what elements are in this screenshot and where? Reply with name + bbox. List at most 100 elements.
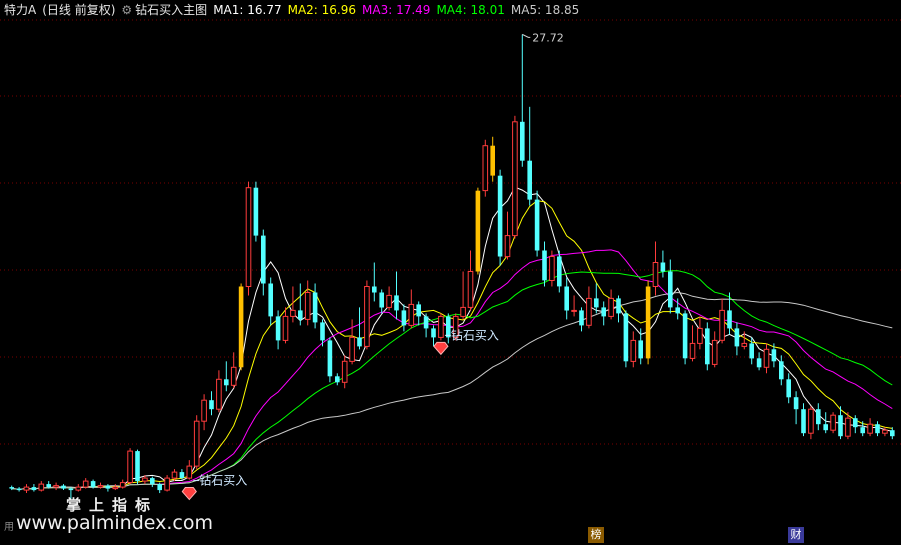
candle-body — [616, 298, 621, 314]
candle-body — [112, 486, 119, 490]
candle-body — [534, 199, 540, 251]
chart-header: 特力A (日线 前复权) ⚙ 钻石买入主图 MA1: 16.77 MA2: 16… — [4, 2, 585, 18]
candle-body — [467, 271, 474, 308]
diamond-icon — [181, 487, 197, 501]
candle-body — [668, 271, 673, 308]
candle-body — [82, 480, 89, 488]
candle-body — [157, 484, 162, 491]
candle-body — [230, 366, 237, 386]
candle-body — [779, 361, 784, 380]
candle-body — [845, 417, 851, 437]
candle-body — [209, 400, 214, 410]
ma2-value: MA2: 16.96 — [287, 3, 357, 17]
candle-body — [127, 450, 133, 484]
candlestick-chart[interactable]: 27.72钻石买入钻石买入 — [0, 0, 901, 545]
candle-body — [579, 310, 584, 326]
candle-body — [697, 327, 703, 344]
candle-body — [105, 485, 111, 489]
high-marker-line — [522, 33, 531, 38]
candle-body — [816, 409, 821, 425]
candle-body — [253, 187, 259, 236]
candle-body — [341, 360, 348, 383]
candle-body — [630, 339, 637, 362]
candle-body — [268, 283, 273, 317]
candle-body — [490, 145, 495, 176]
stock-name[interactable]: 特力A — [4, 2, 36, 18]
candle-body — [719, 309, 725, 341]
candle-body — [638, 340, 643, 359]
ma-line-4 — [11, 270, 893, 490]
candle-body — [705, 328, 710, 365]
candle-body — [756, 358, 762, 368]
candle-body — [504, 235, 511, 258]
candle-body — [261, 235, 266, 284]
candle-body — [186, 465, 193, 479]
ma-line-2 — [11, 200, 893, 490]
candle-body — [372, 286, 377, 293]
candle-body — [475, 190, 481, 272]
candle-body — [741, 342, 748, 347]
signal-label: 钻石买入 — [451, 327, 499, 342]
candle-body — [890, 430, 895, 437]
candle-body — [497, 175, 503, 257]
candle-body — [482, 145, 489, 192]
candle-body — [711, 339, 718, 365]
candle-body — [431, 328, 436, 338]
stock-chart-window: 27.72 钻石买入 钻石买入 特力A (日线 前复权) ⚙ 钻石买入主图 MA1:… — [0, 0, 901, 545]
candle-body — [801, 409, 806, 434]
diamond-icon — [433, 341, 449, 356]
candle-body — [290, 309, 296, 317]
candle-body — [549, 256, 555, 281]
candle-body — [38, 483, 45, 491]
candle-body — [823, 424, 828, 431]
watermark-url: 用 www.palmindex.com — [4, 512, 213, 534]
candle-body — [275, 316, 281, 341]
period-label[interactable]: (日线 前复权) — [42, 2, 115, 18]
candle-body — [689, 342, 696, 359]
candle-body — [238, 286, 244, 368]
candle-body — [150, 478, 155, 485]
candle-body — [460, 306, 466, 317]
candle-body — [171, 471, 178, 479]
candle-body — [586, 297, 592, 326]
finance-badge[interactable]: 财 — [788, 527, 804, 543]
candle-body — [608, 297, 614, 317]
candle-body — [416, 304, 421, 317]
candle-body — [142, 477, 148, 482]
candle-body — [298, 310, 303, 320]
candle-body — [542, 250, 547, 281]
candle-body — [68, 488, 74, 491]
candle-body — [830, 414, 836, 431]
candle-body — [645, 286, 651, 359]
candle-body — [808, 408, 814, 434]
candle-body — [571, 309, 577, 312]
candle-body — [682, 313, 688, 359]
candle-body — [875, 424, 880, 434]
candle-body — [408, 303, 415, 326]
rank-badge[interactable]: 榜 — [588, 527, 604, 543]
candle-body — [201, 399, 207, 422]
candle-body — [734, 328, 740, 347]
candle-body — [224, 379, 229, 386]
candle-body — [90, 481, 96, 488]
candle-body — [9, 487, 14, 489]
candle-body — [623, 313, 629, 362]
candle-body — [727, 310, 732, 329]
candle-body — [357, 337, 362, 347]
candle-body — [793, 397, 799, 410]
gear-icon[interactable]: ⚙ — [121, 2, 132, 18]
candle-body — [245, 187, 252, 287]
candle-body — [335, 376, 340, 383]
candle-body — [652, 262, 659, 287]
indicator-name[interactable]: 钻石买入主图 — [135, 2, 207, 18]
candle-body — [216, 378, 222, 410]
candle-body — [119, 482, 126, 488]
candle-body — [53, 485, 59, 488]
candle-body — [394, 295, 399, 311]
candle-body — [763, 348, 770, 368]
candle-body — [31, 487, 37, 491]
candle-body — [520, 121, 525, 161]
signal-label: 钻石买入 — [199, 473, 247, 488]
candle-body — [379, 292, 384, 308]
candle-body — [364, 286, 370, 347]
